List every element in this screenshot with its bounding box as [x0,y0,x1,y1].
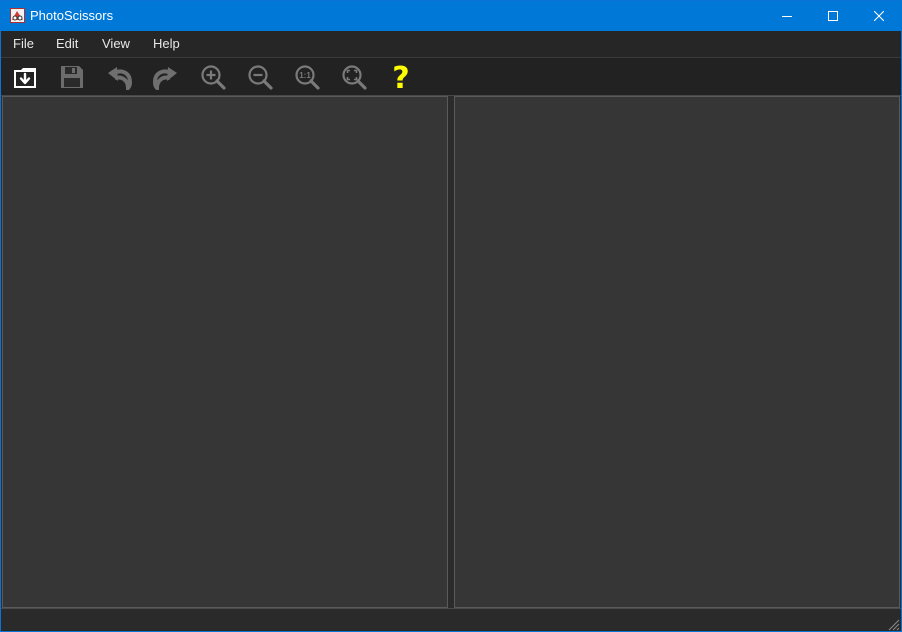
help-icon: ? [392,62,409,92]
undo-icon [108,67,133,90]
help-glyph: ? [392,62,409,92]
close-icon [874,11,884,21]
undo-button[interactable] [104,62,134,92]
zoom-in-icon [201,65,226,90]
original-image-pane[interactable] [2,96,448,608]
zoom-out-button[interactable] [245,62,275,92]
close-button[interactable] [856,1,901,31]
menu-edit[interactable]: Edit [56,31,78,57]
menu-help[interactable]: Help [153,31,180,57]
maximize-icon [828,11,838,21]
actual-size-label: 1:1 [299,71,311,80]
minimize-button[interactable] [764,1,810,31]
resize-grip-icon[interactable] [886,617,900,631]
app-window: PhotoScissors File Edit View Help 1:1 ? [0,0,902,632]
menu-view[interactable]: View [102,31,130,57]
open-icon [14,68,36,88]
redo-icon [152,67,177,90]
toolbar: 1:1 ? [1,58,901,96]
status-bar [1,608,901,631]
fit-to-window-button[interactable] [339,62,369,92]
save-button[interactable] [57,62,87,92]
open-button[interactable] [10,62,40,92]
zoom-in-button[interactable] [198,62,228,92]
redo-button[interactable] [151,62,181,92]
save-icon [61,66,83,88]
result-image-pane[interactable] [454,96,900,608]
maximize-button[interactable] [810,1,856,31]
help-button[interactable]: ? [386,62,416,92]
window-title: PhotoScissors [30,8,114,23]
fit-to-window-icon [342,65,367,90]
zoom-out-icon [248,65,273,90]
actual-size-icon: 1:1 [295,65,320,90]
app-logo-icon [10,8,25,23]
minimize-icon [782,16,792,17]
menu-file[interactable]: File [13,31,34,57]
title-bar: PhotoScissors [1,1,901,31]
menu-bar: File Edit View Help [1,31,901,58]
actual-size-button[interactable]: 1:1 [292,62,322,92]
